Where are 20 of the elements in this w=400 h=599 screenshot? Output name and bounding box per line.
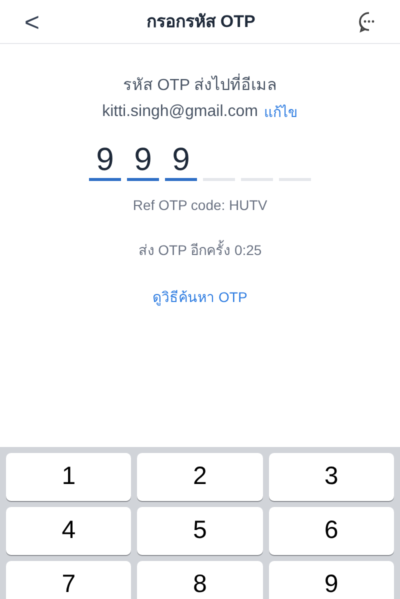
keypad-key[interactable]: 6	[268, 507, 394, 555]
keypad-key[interactable]: 3	[268, 453, 394, 501]
help-link[interactable]: ดูวิธีค้นหา OTP	[152, 287, 248, 308]
keypad-key[interactable]: 7	[6, 561, 132, 599]
resend-countdown: ส่ง OTP อีกครั้ง 0:25	[138, 240, 262, 260]
screen-title: กรอกรหัส OTP	[146, 10, 256, 33]
edit-link[interactable]: แก้ไข	[264, 99, 298, 125]
email-text: kitti.singh@gmail.com	[102, 102, 258, 122]
instruction-text: รหัส OTP ส่งไปที่อีเมล	[122, 73, 278, 99]
keypad-key[interactable]: 1	[6, 453, 132, 501]
otp-digit-slot[interactable]: 9	[89, 139, 121, 181]
keypad-key[interactable]: 9	[268, 561, 394, 599]
ref-code-text: Ref OTP code: HUTV	[132, 196, 268, 215]
otp-digit-slot[interactable]: 9	[127, 139, 159, 181]
otp-digit-slot[interactable]: 9	[165, 139, 197, 181]
keypad-key[interactable]: 8	[137, 561, 263, 599]
keypad-key[interactable]: 4	[6, 507, 132, 555]
keypad-key[interactable]: 2	[137, 453, 263, 501]
keypad-key[interactable]: 5	[137, 507, 263, 555]
back-button[interactable]: <	[20, 8, 44, 34]
